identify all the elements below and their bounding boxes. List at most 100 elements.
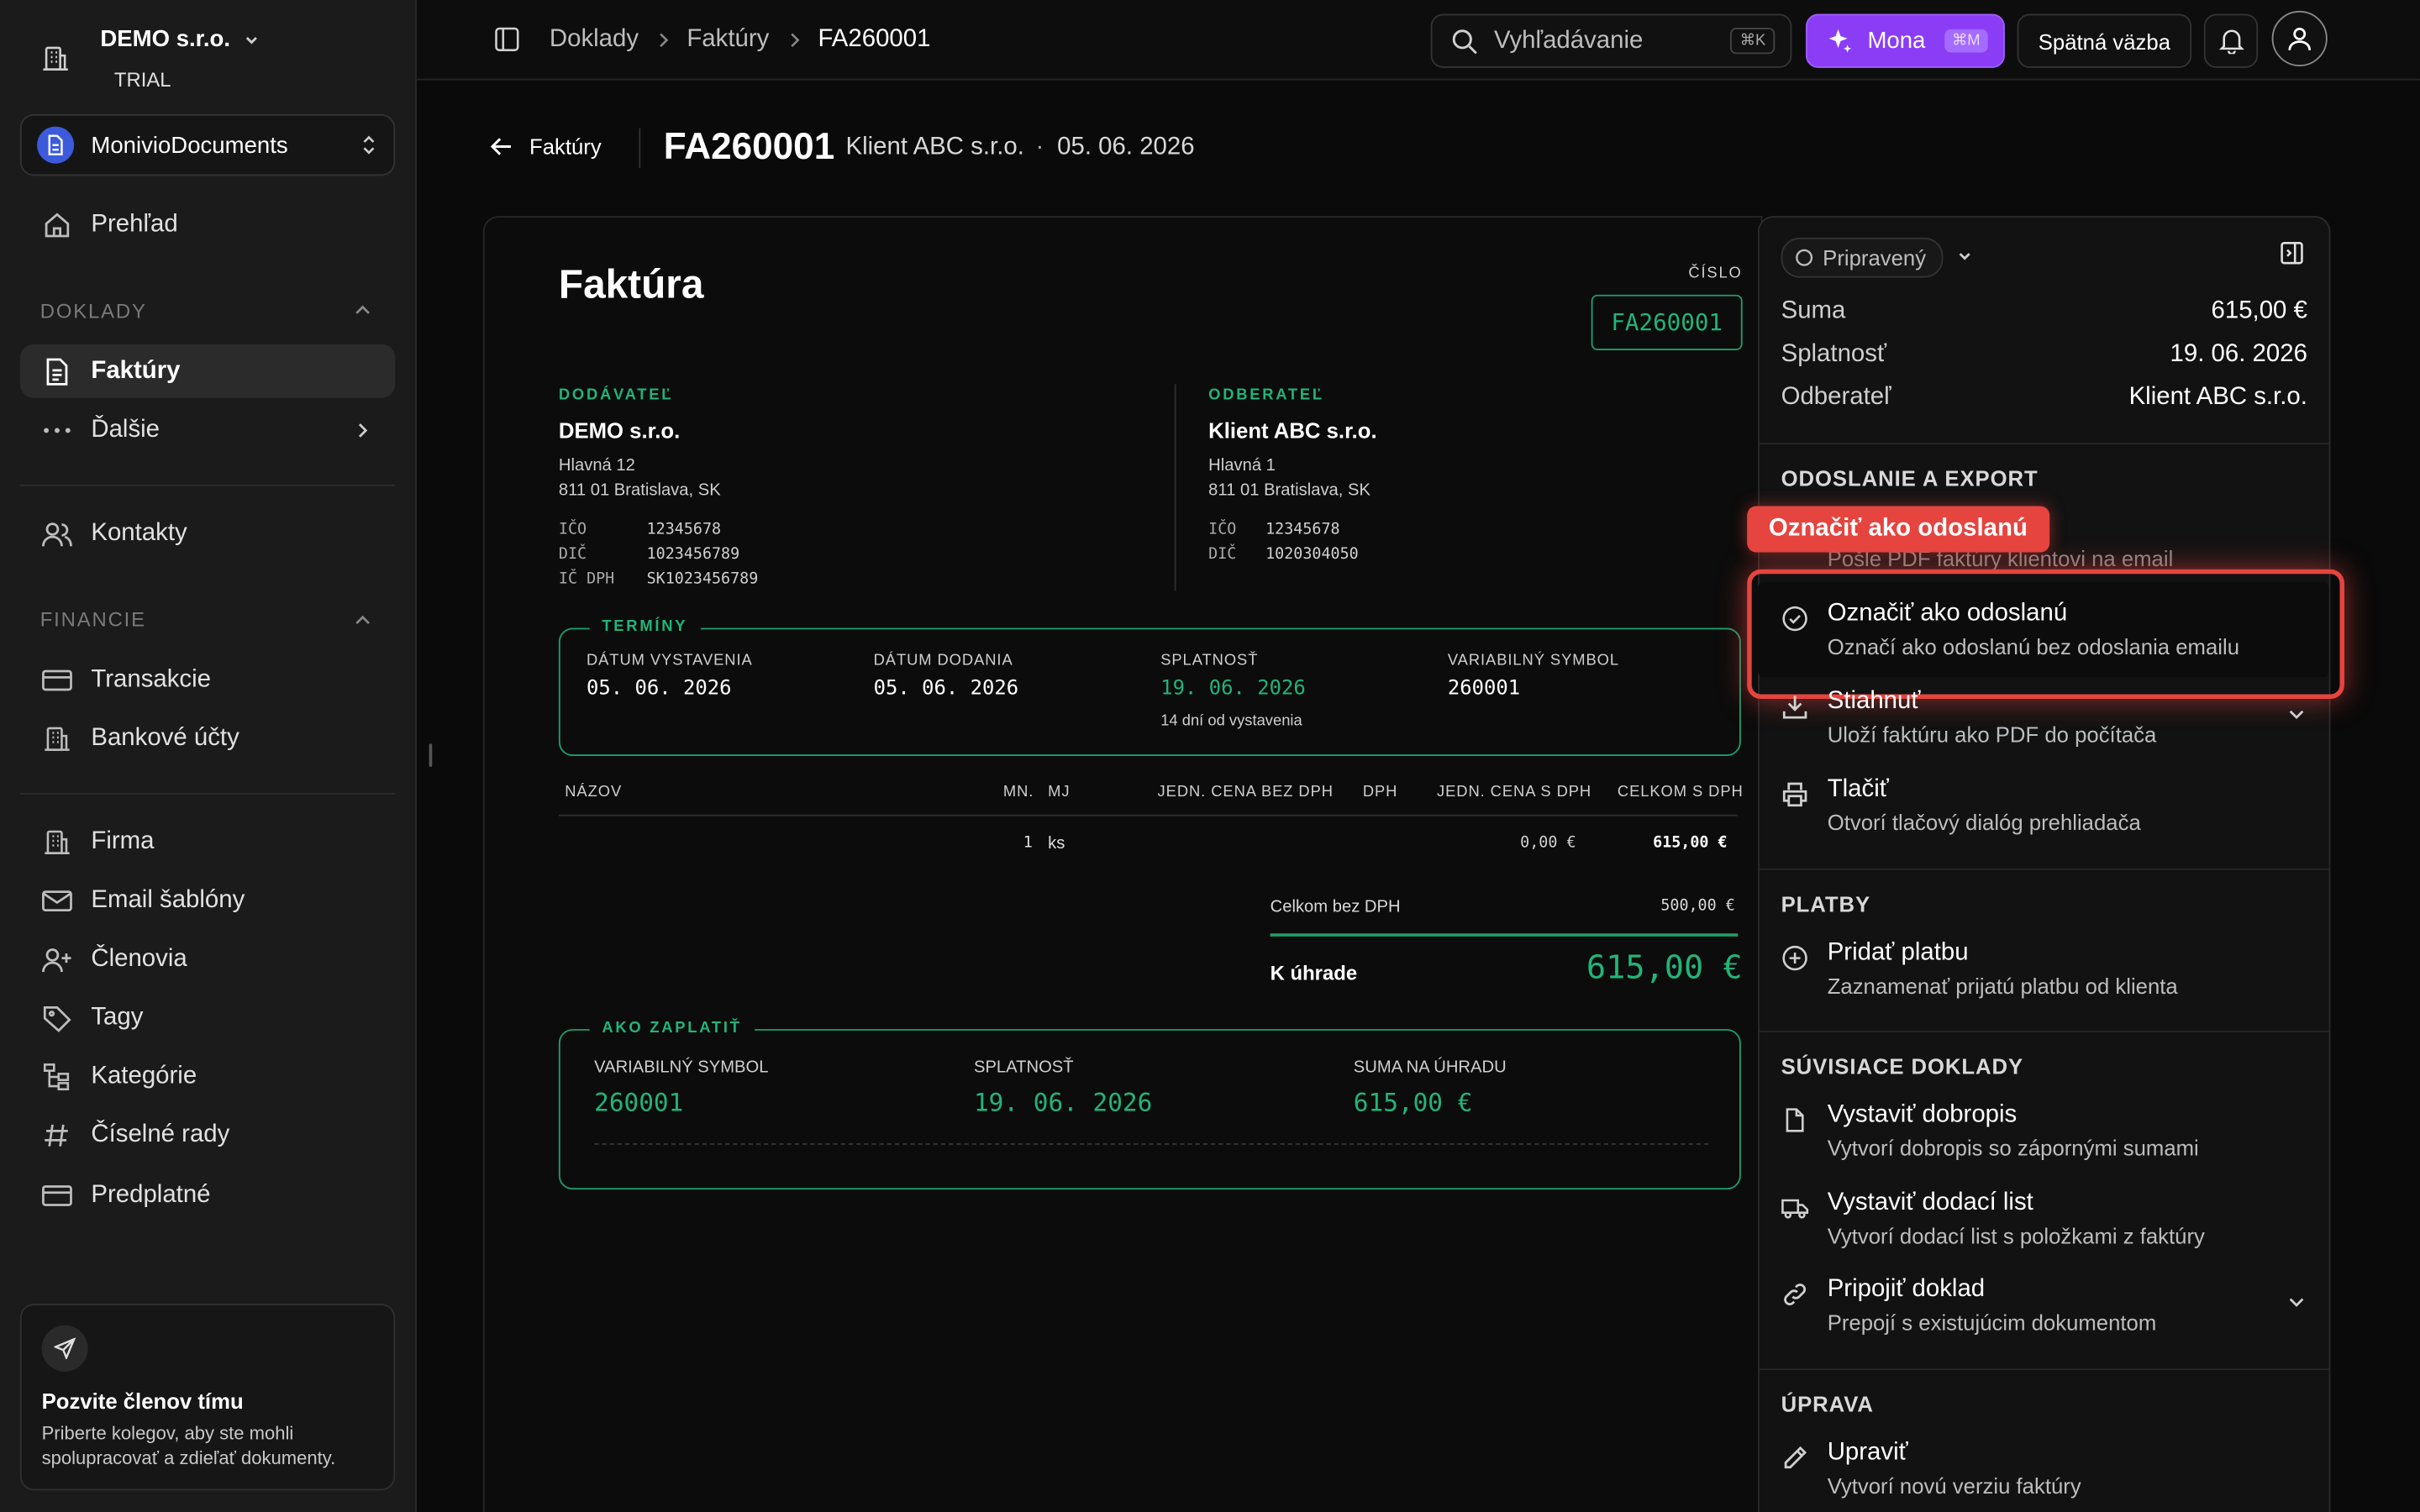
sidebar-item-label: Faktúry	[91, 357, 181, 384]
credit-note-button[interactable]: Vystaviť dobropis Vytvorí dobropis so zá…	[1781, 1101, 2307, 1175]
sidebar-item-more[interactable]: Ďalšie	[20, 402, 395, 456]
org-switcher[interactable]: DEMO s.r.o.	[100, 26, 260, 52]
sidebar-toggle-icon[interactable]	[494, 26, 520, 52]
due-date: 19. 06. 2026	[1160, 677, 1306, 701]
print-button[interactable]: Tlačiť Otvorí tlačový dialóg prehliadača	[1781, 776, 2307, 850]
mona-label: Mona	[1867, 28, 1926, 55]
sidebar-item-transactions[interactable]: Transakcie	[20, 653, 395, 706]
notifications-button[interactable]	[2203, 13, 2259, 68]
mona-shortcut: ⌘M	[1944, 29, 1988, 53]
pay-vs: 260001	[594, 1087, 684, 1117]
divider	[1270, 933, 1739, 937]
panel-collapse-icon[interactable]	[2280, 241, 2304, 265]
divider	[19, 484, 396, 486]
credit-card-icon	[40, 663, 74, 696]
breadcrumb-invoices[interactable]: Faktúry	[687, 26, 769, 54]
action-title: Upraviť	[1827, 1439, 1908, 1466]
sidebar-item-company[interactable]: Firma	[20, 815, 395, 869]
customer-dic-key: DIČ	[1208, 546, 1237, 564]
plus-circle-icon	[1781, 944, 1809, 972]
sidebar-item-overview[interactable]: Prehľad	[20, 197, 395, 251]
action-title: Označiť ako odoslanú	[1827, 600, 2068, 627]
page-date: 05. 06. 2026	[1057, 134, 1195, 161]
chevron-down-icon[interactable]	[2286, 1291, 2307, 1313]
divider	[594, 1143, 1709, 1145]
sidebar-item-contacts[interactable]: Kontakty	[20, 506, 395, 559]
action-title: Vystaviť dobropis	[1827, 1101, 2018, 1128]
action-subtitle: Vytvorí dobropis so zápornými sumami	[1827, 1135, 2199, 1161]
pay-amount: 615,00 €	[1353, 1087, 1473, 1117]
sidebar-item-email-templates[interactable]: Email šablóny	[20, 874, 395, 927]
add-payment-button[interactable]: Pridať platbu Zaznamenať prijatú platbu …	[1781, 940, 2307, 1014]
truck-icon	[1781, 1194, 1809, 1222]
attach-document-button[interactable]: Pripojiť doklad Prepojí s existujúcim do…	[1781, 1276, 2307, 1350]
delivery-note-button[interactable]: Vystaviť dodací list Vytvorí dodací list…	[1781, 1189, 2307, 1263]
feedback-button[interactable]: Spätná väzba	[2017, 13, 2192, 68]
download-icon	[1781, 693, 1809, 721]
sidebar-item-tags[interactable]: Tagy	[20, 990, 395, 1044]
edit-button[interactable]: Upraviť Vytvorí novú verziu faktúry	[1781, 1440, 2307, 1512]
sidebar-item-categories[interactable]: Kategórie	[20, 1049, 395, 1103]
avatar[interactable]	[2271, 10, 2328, 66]
customer-address-2: 811 01 Bratislava, SK	[1208, 481, 1370, 501]
chevron-up-icon[interactable]	[354, 612, 372, 627]
vs-value: 260001	[1447, 677, 1521, 701]
payment-label: AKO ZAPLATIŤ	[589, 1020, 755, 1037]
number-label: ČÍSLO	[1688, 265, 1743, 283]
workspace-switcher[interactable]: MonivioDocuments	[19, 113, 396, 176]
download-button[interactable]: Stiahnuť Uloží faktúru ako PDF do počíta…	[1781, 688, 2307, 762]
summary-sum: Suma 615,00 €	[1781, 297, 2307, 325]
page-title: FA260001	[663, 126, 835, 169]
invoice-number-badge: FA260001	[1591, 294, 1743, 350]
arrow-left-icon	[489, 134, 513, 159]
divider	[19, 793, 396, 795]
workspace-name: MonivioDocuments	[91, 132, 288, 159]
action-subtitle: Prepojí s existujúcim dokumentom	[1827, 1310, 2157, 1335]
row-qty: 1	[1023, 834, 1033, 852]
breadcrumb-docs[interactable]: Doklady	[550, 26, 639, 54]
customer-label: ODBERATEĽ	[1208, 387, 1324, 405]
mona-button[interactable]: Mona ⌘M	[1805, 13, 2005, 68]
sidebar-item-invoices[interactable]: Faktúry	[19, 344, 396, 398]
action-title: Tlačiť	[1827, 775, 1889, 803]
summary-key: Splatnosť	[1781, 340, 1886, 368]
breadcrumb-current: FA260001	[818, 26, 931, 53]
action-title: Pridať platbu	[1827, 939, 1969, 966]
sidebar-item-label: Prehľad	[91, 210, 178, 237]
invoice-document: Faktúra ČÍSLO FA260001 DODÁVATEĽ DEMO s.…	[482, 216, 1763, 1512]
invite-card[interactable]: Pozvite členov tímu Priberte kolegov, ab…	[19, 1304, 396, 1491]
summary-value: 615,00 €	[2211, 297, 2307, 324]
to-pay-value: 615,00 €	[1586, 948, 1743, 986]
chevron-right-icon	[355, 421, 370, 439]
sidebar-item-label: Firma	[91, 827, 155, 854]
sidebar-item-bank-accounts[interactable]: Bankové účty	[20, 711, 395, 765]
chevron-down-icon[interactable]	[2286, 704, 2307, 726]
customer-name: Klient ABC s.r.o.	[1208, 417, 1377, 444]
to-pay-label: K úhrade	[1270, 961, 1358, 984]
customer-ico: 12345678	[1265, 521, 1340, 539]
back-link[interactable]: Faktúry	[489, 134, 602, 159]
action-subtitle: Označí ako odoslanú bez odoslania emailu	[1827, 633, 2240, 659]
status-badge[interactable]: Pripravený	[1781, 237, 1944, 278]
org-plan: TRIAL	[113, 67, 171, 92]
mark-as-sent-button[interactable]: Označiť ako odoslanú Označí ako odoslanú…	[1781, 600, 2307, 674]
sidebar-item-members[interactable]: Členovia	[20, 932, 395, 985]
printer-icon	[1781, 780, 1809, 808]
sidebar-item-label: Bankové účty	[91, 724, 239, 751]
chevron-right-icon	[656, 31, 671, 50]
col-name: NÁZOV	[565, 784, 623, 801]
sidebar-item-number-series[interactable]: Číselné rady	[20, 1108, 395, 1162]
building-icon	[40, 43, 71, 74]
tag-icon	[40, 1000, 74, 1034]
chevron-down-icon[interactable]	[1955, 247, 1974, 265]
col-unit: MJ	[1048, 784, 1071, 801]
sidebar-item-subscription[interactable]: Predplatné	[20, 1168, 395, 1221]
divider	[639, 128, 641, 169]
search-placeholder: Vyhľadávanie	[1493, 27, 1644, 54]
search-input[interactable]: Vyhľadávanie ⌘K	[1430, 13, 1792, 68]
customer-address-1: Hlavná 1	[1208, 456, 1276, 475]
topbar: Doklady Faktúry FA260001 Vyhľadávanie ⌘K…	[416, 0, 2420, 81]
sidebar-resize-handle[interactable]	[429, 743, 433, 767]
chevron-up-icon[interactable]	[354, 302, 372, 318]
divider	[1759, 869, 2329, 870]
